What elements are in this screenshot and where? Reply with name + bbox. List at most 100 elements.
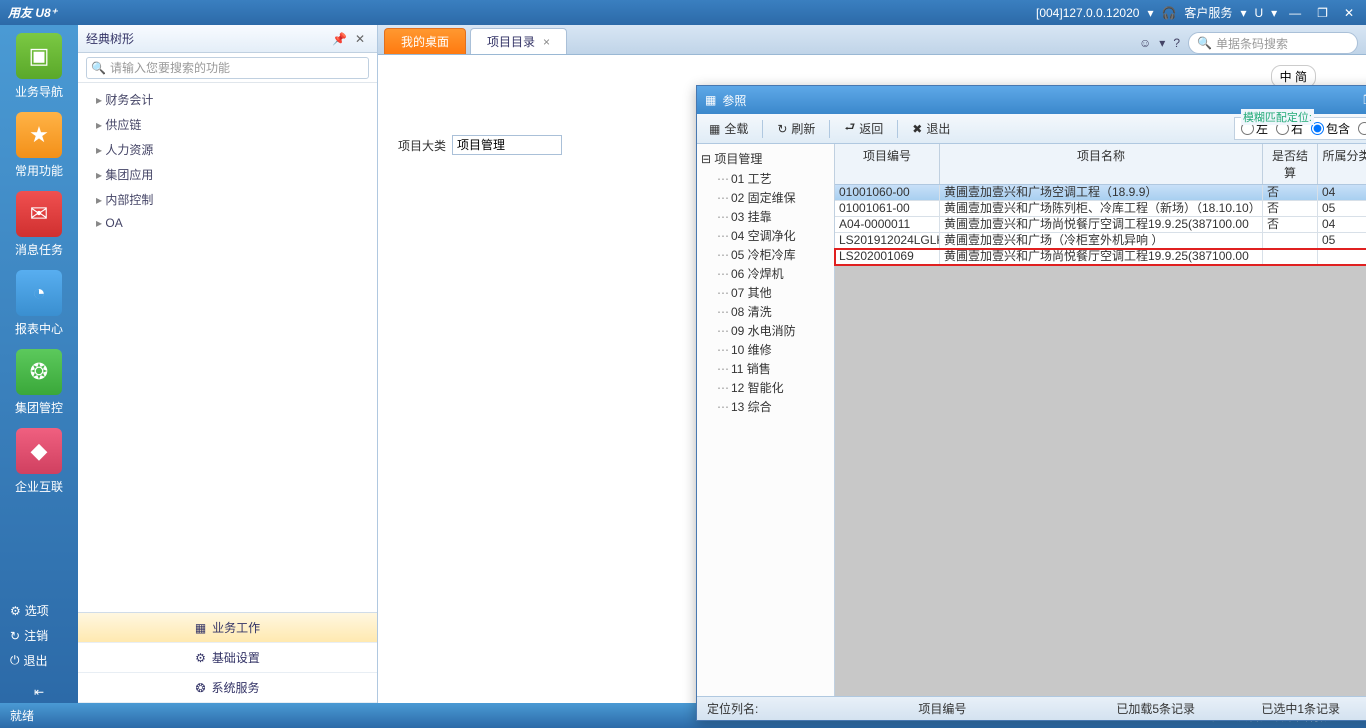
match-exact-radio[interactable]: 精确 (1358, 120, 1366, 137)
dropdown-icon[interactable]: ▾ (1240, 6, 1246, 20)
tree-tab-业务工作[interactable]: ▦业务工作 (78, 613, 377, 643)
link-icon: ⏻ (10, 653, 20, 668)
search-placeholder: 单据条码搜索 (1216, 35, 1288, 52)
app-logo: 用友 U8⁺ (8, 4, 57, 21)
project-category-field[interactable]: 项目管理 (452, 135, 562, 155)
pin-icon[interactable]: 📌 (328, 32, 351, 46)
nav-icon: ✉ (16, 191, 62, 237)
tree-node[interactable]: 11 销售 (701, 359, 830, 378)
refresh-icon: ↻ (777, 122, 787, 136)
tree-item[interactable]: 内部控制 (78, 187, 377, 212)
load-all-button[interactable]: ▦全载 (703, 118, 754, 139)
legend: 模糊匹配定位: (1241, 109, 1314, 125)
nav-消息任务[interactable]: ✉ 消息任务 (9, 191, 69, 258)
return-icon: ⮐ (844, 118, 855, 139)
tree-node[interactable]: 06 冷焊机 (701, 264, 830, 283)
tab-label: 系统服务 (212, 679, 260, 696)
tree-node[interactable]: 07 其他 (701, 283, 830, 302)
tree-item[interactable]: 集团应用 (78, 162, 377, 187)
tab-project-catalog[interactable]: 项目目录 × (470, 28, 567, 54)
tree-node[interactable]: 02 固定维保 (701, 188, 830, 207)
grid-icon: ▦ (709, 122, 720, 136)
sidebar-退出[interactable]: ⏻退出 (0, 648, 78, 673)
col-is-settled[interactable]: 是否结算 (1263, 144, 1318, 184)
table-row[interactable]: LS202001069黄圃壹加壹兴和广场尚悦餐厅空调工程19.9.25(3871… (835, 249, 1366, 265)
table-row[interactable]: A04-0000011黄圃壹加壹兴和广场尚悦餐厅空调工程19.9.25(3871… (835, 217, 1366, 233)
cell-project-name: 黄圃壹加壹兴和广场空调工程（18.9.9） (940, 185, 1263, 200)
close-button[interactable]: ✕ (1340, 6, 1358, 20)
cell-is-settled (1263, 233, 1318, 248)
tree-item[interactable]: 财务会计 (78, 87, 377, 112)
help-icon[interactable]: ? (1173, 36, 1180, 50)
dropdown-icon[interactable]: ▾ (1147, 6, 1153, 20)
collapse-sidebar[interactable]: ⇤ (24, 681, 54, 703)
tree-node[interactable]: 03 挂靠 (701, 207, 830, 226)
restore-button[interactable]: ❐ (1313, 6, 1332, 20)
tree-item[interactable]: OA (78, 212, 377, 234)
nav-报表中心[interactable]: ◔报表中心 (9, 270, 69, 337)
dropdown-icon[interactable]: ▾ (1159, 36, 1165, 50)
smiley-icon[interactable]: ☺ (1139, 36, 1151, 50)
u-menu[interactable]: U (1254, 6, 1263, 20)
return-button[interactable]: ⮐返回 (838, 116, 889, 141)
tree-tab-系统服务[interactable]: ❂系统服务 (78, 673, 377, 703)
tab-desktop[interactable]: 我的桌面 (384, 28, 466, 54)
tree-node[interactable]: 04 空调净化 (701, 226, 830, 245)
tree-node[interactable]: 10 维修 (701, 340, 830, 359)
nav-常用功能[interactable]: ★常用功能 (9, 112, 69, 179)
tree-node[interactable]: 05 冷柜冷库 (701, 245, 830, 264)
minimize-button[interactable]: — (1285, 6, 1305, 20)
sidebar-选项[interactable]: ⚙ 选项 (0, 598, 78, 623)
col-project-no[interactable]: 项目编号 (835, 144, 940, 184)
tree-panel: 经典树形 📌 ✕ 🔍 请输入您要搜索的功能 财务会计供应链人力资源集团应用内部控… (78, 25, 378, 703)
document-tabs: 我的桌面 项目目录 × ☺ ▾ ? 🔍 单据条码搜索 (378, 25, 1366, 55)
link-label: 注销 (24, 627, 48, 644)
maximize-button[interactable]: ❐ (1357, 93, 1366, 107)
close-icon[interactable]: ✕ (351, 32, 369, 46)
nav-集团管控[interactable]: ❂集团管控 (9, 349, 69, 416)
headset-icon[interactable]: 🎧 (1161, 6, 1176, 20)
nav-icon: ❂ (16, 349, 62, 395)
link-label: 选项 (25, 602, 49, 619)
cell-category-code: 05 (1318, 233, 1366, 248)
sidebar-注销[interactable]: ↻注销 (0, 623, 78, 648)
col-category-code[interactable]: 所属分类码 (1318, 144, 1366, 184)
tree-node[interactable]: 08 清洗 (701, 302, 830, 321)
cell-project-name: 黄圃壹加壹兴和广场尚悦餐厅空调工程19.9.25(387100.00 (940, 217, 1263, 232)
table-row[interactable]: LS201912024LGLK黄圃壹加壹兴和广场（冷柜室外机异响 ）05 (835, 233, 1366, 249)
tab-icon: ▦ (195, 621, 206, 635)
customer-service-link[interactable]: 客户服务 (1184, 4, 1232, 21)
tree-item[interactable]: 供应链 (78, 112, 377, 137)
cell-category-code (1318, 249, 1366, 264)
cell-category-code: 05 (1318, 201, 1366, 216)
connection-label[interactable]: [004]127.0.0.12020 (1036, 6, 1139, 20)
barcode-search-input[interactable]: 🔍 单据条码搜索 (1188, 32, 1358, 54)
function-search-input[interactable]: 🔍 请输入您要搜索的功能 (86, 57, 369, 79)
exit-button[interactable]: ✖退出 (906, 118, 956, 139)
collapse-icon: ⇤ (34, 685, 44, 699)
cell-project-no: 01001060-00 (835, 185, 940, 200)
status-ready: 就绪 (10, 707, 34, 724)
link-icon: ⚙ (10, 604, 21, 618)
tree-node[interactable]: 01 工艺 (701, 169, 830, 188)
col-project-name[interactable]: 项目名称 (940, 144, 1263, 184)
match-contain-radio[interactable]: 包含 (1311, 120, 1350, 137)
table-row[interactable]: 01001060-00黄圃壹加壹兴和广场空调工程（18.9.9）否04 (835, 185, 1366, 201)
dropdown-icon[interactable]: ▾ (1271, 6, 1277, 20)
refresh-button[interactable]: ↻刷新 (771, 118, 821, 139)
table-row[interactable]: 01001061-00黄圃壹加壹兴和广场陈列柜、冷库工程（新场）（18.10.1… (835, 201, 1366, 217)
tree-node[interactable]: 12 智能化 (701, 378, 830, 397)
tree-root-node[interactable]: ⊟ 项目管理 (701, 150, 830, 167)
tree-node[interactable]: 13 综合 (701, 397, 830, 416)
search-placeholder: 请输入您要搜索的功能 (110, 59, 230, 76)
tree-item[interactable]: 人力资源 (78, 137, 377, 162)
tab-label: 我的桌面 (401, 33, 449, 50)
cell-category-code: 04 (1318, 217, 1366, 232)
nav-业务导航[interactable]: ▣业务导航 (9, 33, 69, 100)
nav-企业互联[interactable]: ◆企业互联 (9, 428, 69, 495)
tree-tab-基础设置[interactable]: ⚙基础设置 (78, 643, 377, 673)
tree-node[interactable]: 09 水电消防 (701, 321, 830, 340)
nav-label: 消息任务 (9, 241, 69, 258)
close-tab-icon[interactable]: × (543, 35, 550, 49)
dialog-grid: 项目编号 项目名称 是否结算 所属分类码 01001060-00黄圃壹加壹兴和广… (835, 144, 1366, 696)
